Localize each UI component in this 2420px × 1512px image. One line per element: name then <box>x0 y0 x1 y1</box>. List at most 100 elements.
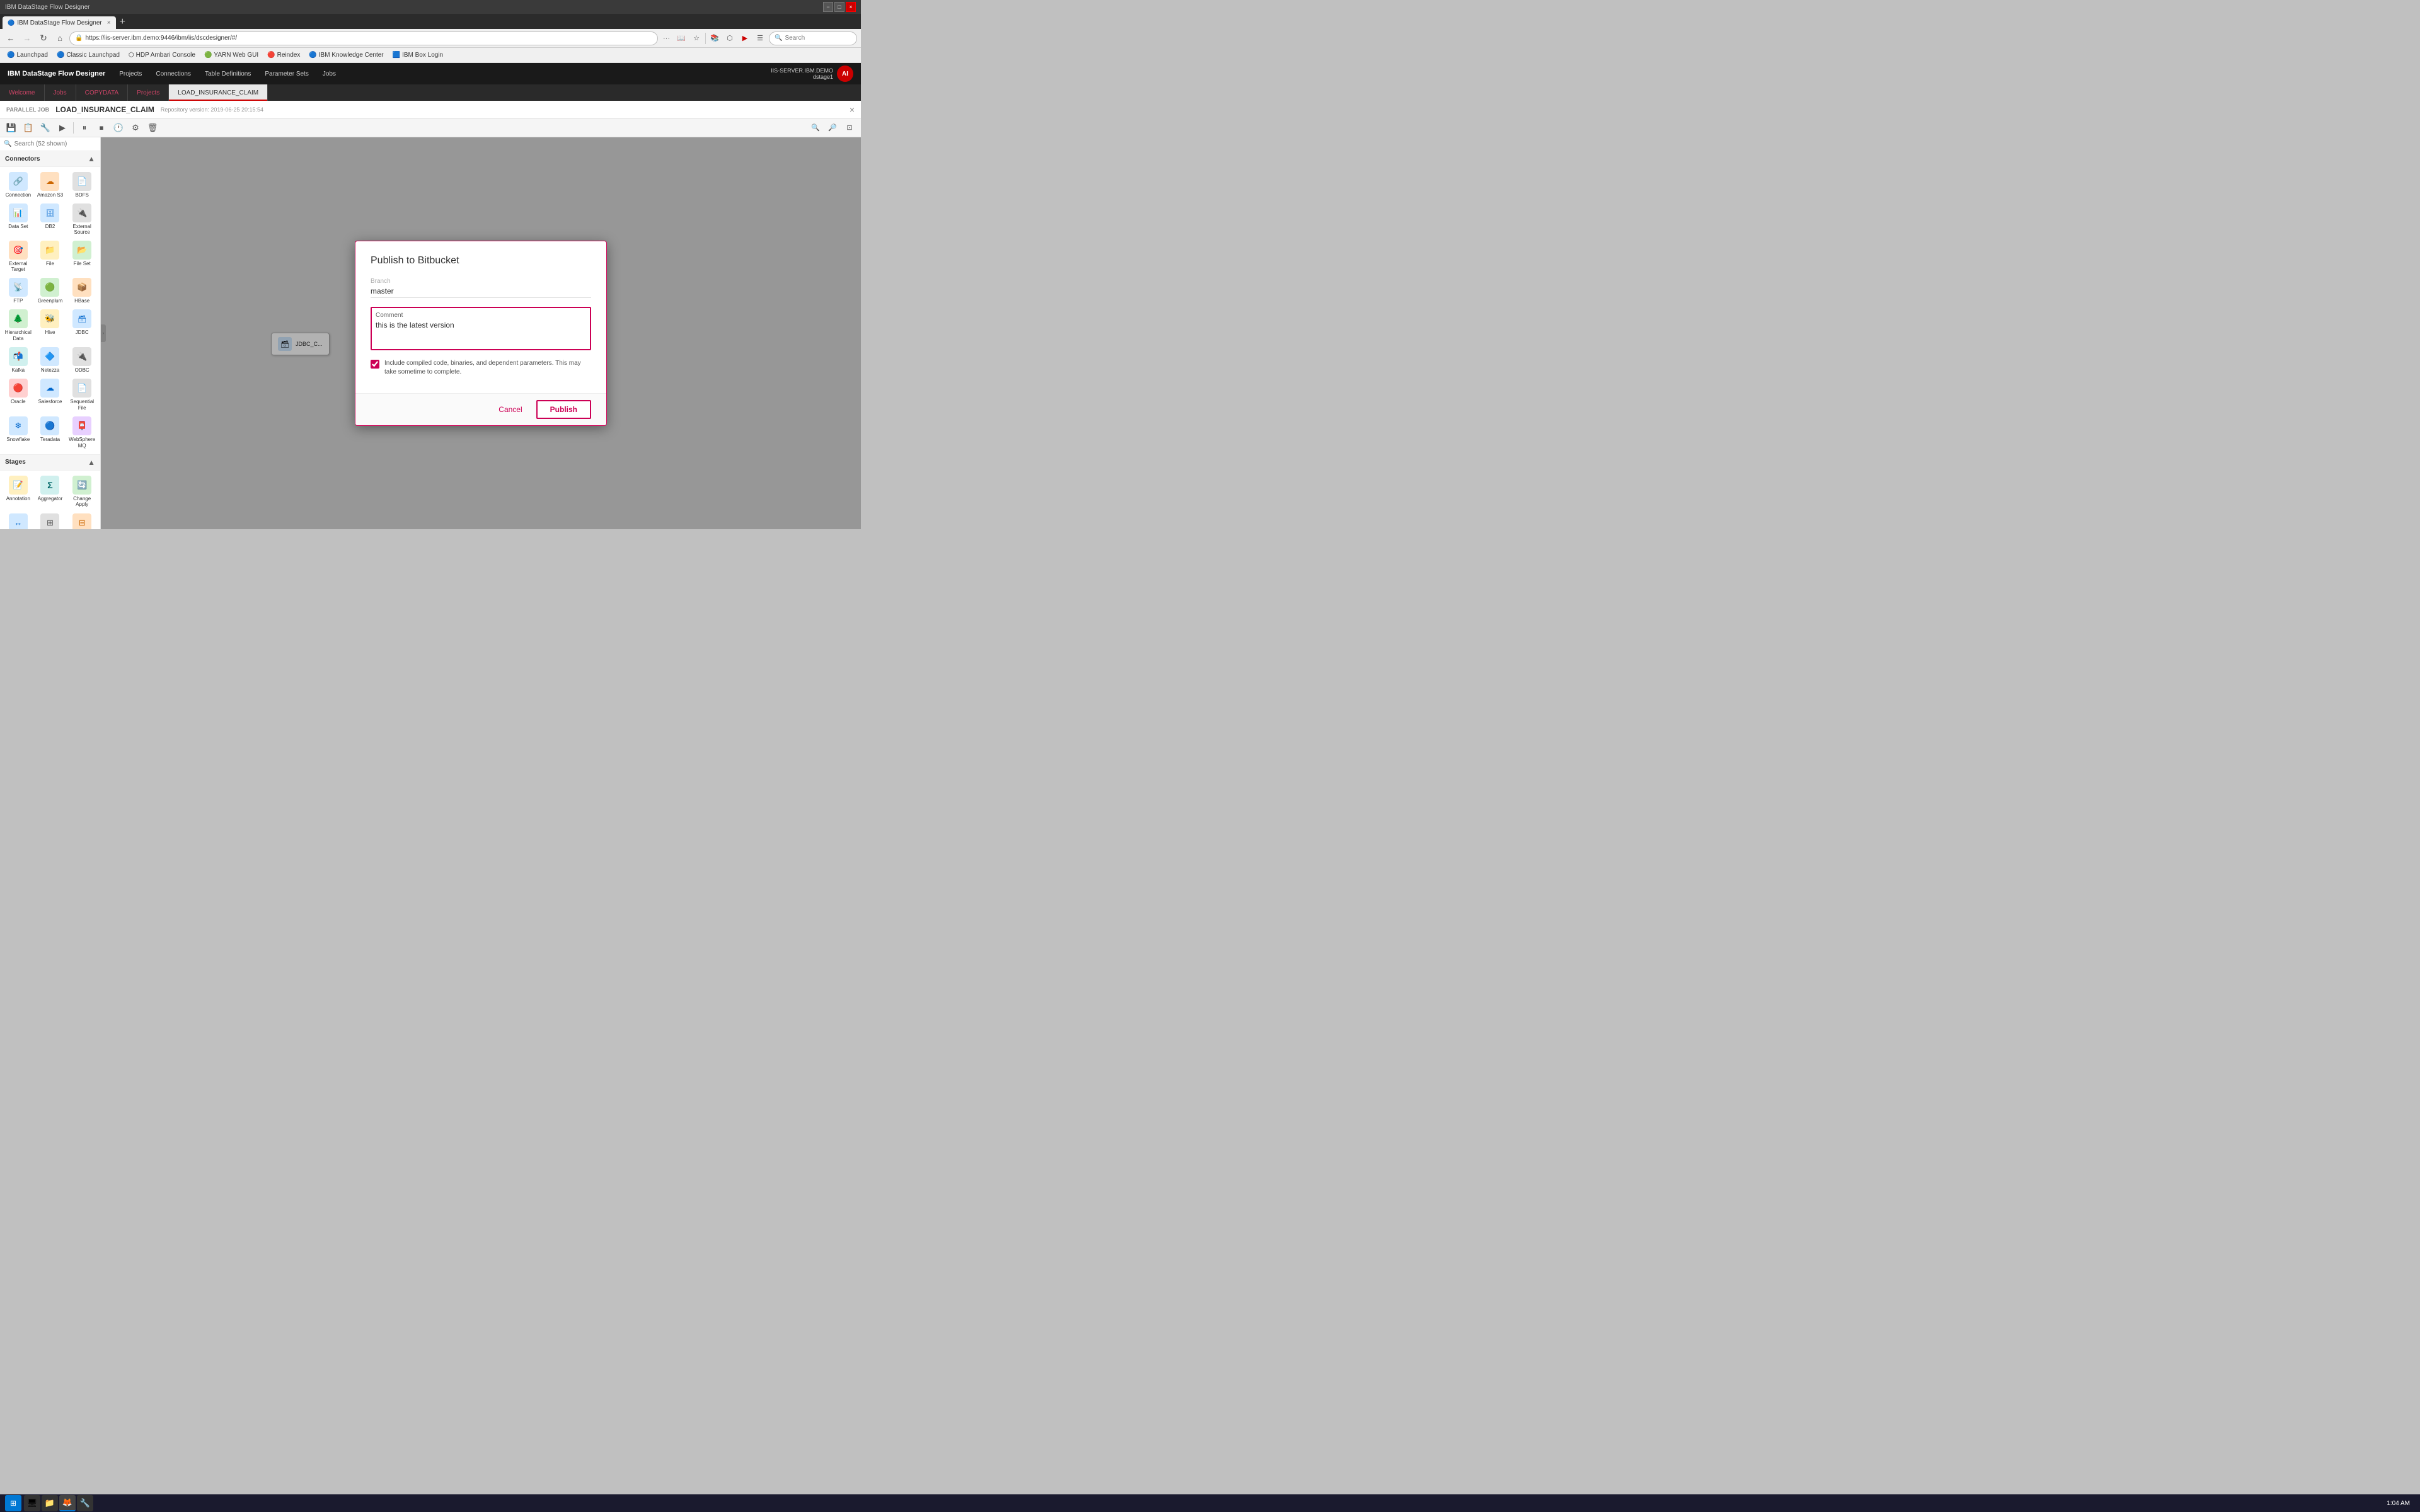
sidebar-item-hbase[interactable]: 📦 HBase <box>67 276 97 306</box>
more-options-button[interactable]: ··· <box>660 35 672 42</box>
sidebar-item-aggregator[interactable]: Σ Aggregator <box>35 474 66 510</box>
sidebar-item-snowflake[interactable]: ❄ Snowflake <box>3 415 33 450</box>
browser-tab-active[interactable]: 🔵 IBM DataStage Flow Designer × <box>3 16 116 29</box>
fit-button[interactable]: ⊡ <box>842 120 857 135</box>
nav-connections[interactable]: Connections <box>149 67 197 81</box>
sidebar-item-hive[interactable]: 🐝 Hive <box>35 307 66 343</box>
sidebar-item-ftp[interactable]: 📡 FTP <box>3 276 33 306</box>
new-tab-button[interactable]: + <box>116 16 129 29</box>
sidebar-item-jdbc[interactable]: 🗃 JDBC <box>67 307 97 343</box>
tab-welcome[interactable]: Welcome <box>0 84 45 101</box>
sidebar-item-db2[interactable]: 🗄 DB2 <box>35 202 66 237</box>
sidebar-item-websphere-mq[interactable]: 📮 WebSphere MQ <box>67 415 97 450</box>
sidebar-item-external-source[interactable]: 🔌 External Source <box>67 202 97 237</box>
taskbar-app-4[interactable]: 🔧 <box>77 1495 93 1511</box>
tab-close-icon[interactable]: × <box>107 20 111 26</box>
sidebar-item-annotation[interactable]: 📝 Annotation <box>3 474 33 510</box>
close-button[interactable]: × <box>846 2 856 12</box>
job-close-button[interactable]: × <box>850 105 855 115</box>
restore-button[interactable]: □ <box>834 2 844 12</box>
nav-table-definitions[interactable]: Table Definitions <box>199 67 257 81</box>
bookmark-reindex[interactable]: 🔴 Reindex <box>264 50 303 60</box>
bookmark-knowledge[interactable]: 🔵 IBM Knowledge Center <box>306 50 386 60</box>
sidebar-item-column1[interactable]: ⊞ Column <box>35 512 66 529</box>
bookmark-box[interactable]: 🟦 IBM Box Login <box>389 50 447 60</box>
bookmark-star-icon[interactable]: ☆ <box>690 32 703 45</box>
bookmark-hdp[interactable]: ⬡ HDP Ambari Console <box>125 50 199 60</box>
nav-jobs[interactable]: Jobs <box>316 67 342 81</box>
hive-label: Hive <box>45 329 55 335</box>
taskbar-icon-1: 🖥 <box>27 1498 38 1508</box>
refresh-button[interactable]: ↻ <box>37 32 50 45</box>
forward-button[interactable]: → <box>20 32 34 45</box>
bookmark-launchpad[interactable]: 🔵 Launchpad <box>4 50 51 60</box>
comment-label: Comment <box>376 312 586 319</box>
start-button[interactable]: ⊞ <box>5 1495 21 1511</box>
nav-projects[interactable]: Projects <box>113 67 148 81</box>
save-button[interactable]: 💾 <box>4 120 19 135</box>
teradata-label: Teradata <box>40 437 60 442</box>
connectors-header[interactable]: Connectors ▲ <box>0 151 100 167</box>
include-binaries-checkbox[interactable] <box>371 360 379 369</box>
taskbar-app-firefox[interactable]: 🦊 <box>59 1495 76 1511</box>
stages-header[interactable]: Stages ▲ <box>0 454 100 471</box>
delete-button[interactable]: 🗑 <box>145 120 160 135</box>
bookmark-classic-launchpad[interactable]: 🔵 Classic Launchpad <box>54 50 123 60</box>
sidebar-item-chande[interactable]: ↔ Chande <box>3 512 33 529</box>
zoom-out-button[interactable]: 🔎 <box>825 120 840 135</box>
tab-jobs[interactable]: Jobs <box>45 84 76 101</box>
bookmark-yarn[interactable]: 🟢 YARN Web GUI <box>201 50 262 60</box>
search-bar[interactable]: 🔍 <box>769 32 857 45</box>
sidebar-item-change-apply[interactable]: 🔄 Change Apply <box>67 474 97 510</box>
search-input[interactable] <box>785 35 851 42</box>
back-button[interactable]: ← <box>4 32 18 45</box>
schedule-button[interactable]: 🕐 <box>111 120 126 135</box>
sidebar-item-sequential-file[interactable]: 📄 Sequential File <box>67 377 97 413</box>
sidebar-item-odbc[interactable]: 🔌 ODBC <box>67 345 97 375</box>
synced-tabs-icon[interactable]: ⬡ <box>723 32 736 45</box>
tab-projects[interactable]: Projects <box>128 84 169 101</box>
minimize-button[interactable]: − <box>823 2 833 12</box>
home-button[interactable]: ⌂ <box>53 32 67 45</box>
pocket-icon[interactable]: ▶ <box>739 32 751 45</box>
taskbar-app-2[interactable]: 📁 <box>42 1495 58 1511</box>
sidebar-item-file-set[interactable]: 📂 File Set <box>67 239 97 274</box>
publish-button[interactable]: Publish <box>536 400 591 419</box>
sidebar-item-kafka[interactable]: 📬 Kafka <box>3 345 33 375</box>
library-icon[interactable]: 📚 <box>708 32 721 45</box>
zoom-in-button[interactable]: 🔍 <box>808 120 823 135</box>
sidebar-search-input[interactable] <box>14 140 96 147</box>
column1-icon: ⊞ <box>40 513 59 529</box>
cancel-button[interactable]: Cancel <box>491 400 529 419</box>
nav-parameter-sets[interactable]: Parameter Sets <box>258 67 314 81</box>
stages-items: 📝 Annotation Σ Aggregator 🔄 Change Apply… <box>0 471 100 529</box>
sidebar-item-column2[interactable]: ⊟ Column <box>67 512 97 529</box>
tab-copydata[interactable]: COPYDATA <box>76 84 129 101</box>
sidebar-item-salesforce[interactable]: ☁ Salesforce <box>35 377 66 413</box>
stop-button[interactable]: ⏹ <box>94 120 109 135</box>
reader-view-icon[interactable]: 📖 <box>675 32 688 45</box>
paste-button[interactable]: 📋 <box>21 120 36 135</box>
sidebar-item-netezza[interactable]: 🔷 Netezza <box>35 345 66 375</box>
sidebar-item-connection[interactable]: 🔗 Connection <box>3 170 33 200</box>
address-bar[interactable]: 🔒 https://iis-server.ibm.demo:9446/ibm/i… <box>69 32 658 45</box>
pause-button[interactable]: ⏸ <box>77 120 92 135</box>
sidebar-item-file[interactable]: 📁 File <box>35 239 66 274</box>
sidebar-item-teradata[interactable]: 🔵 Teradata <box>35 415 66 450</box>
job-title: LOAD_INSURANCE_CLAIM <box>55 105 154 114</box>
sidebar-item-greenplum[interactable]: 🟢 Greenplum <box>35 276 66 306</box>
sidebar-item-external-target[interactable]: 🎯 External Target <box>3 239 33 274</box>
settings-button[interactable]: 🔧 <box>38 120 53 135</box>
sidebar-item-oracle[interactable]: 🔴 Oracle <box>3 377 33 413</box>
comment-textarea[interactable] <box>376 321 586 343</box>
sidebar-item-bdfs[interactable]: 📄 BDFS <box>67 170 97 200</box>
user-avatar[interactable]: AI <box>837 66 853 82</box>
firefox-menu-icon[interactable]: ☰ <box>754 32 766 45</box>
sidebar-item-amazon-s3[interactable]: ☁ Amazon S3 <box>35 170 66 200</box>
tab-load-insurance-claim[interactable]: LOAD_INSURANCE_CLAIM <box>169 84 268 101</box>
run-button[interactable]: ▶ <box>55 120 70 135</box>
sidebar-item-data-set[interactable]: 📊 Data Set <box>3 202 33 237</box>
sidebar-item-hierarchical-data[interactable]: 🌲 Hierarchical Data <box>3 307 33 343</box>
taskbar-app-1[interactable]: 🖥 <box>24 1495 40 1511</box>
configure-button[interactable]: ⚙ <box>128 120 143 135</box>
